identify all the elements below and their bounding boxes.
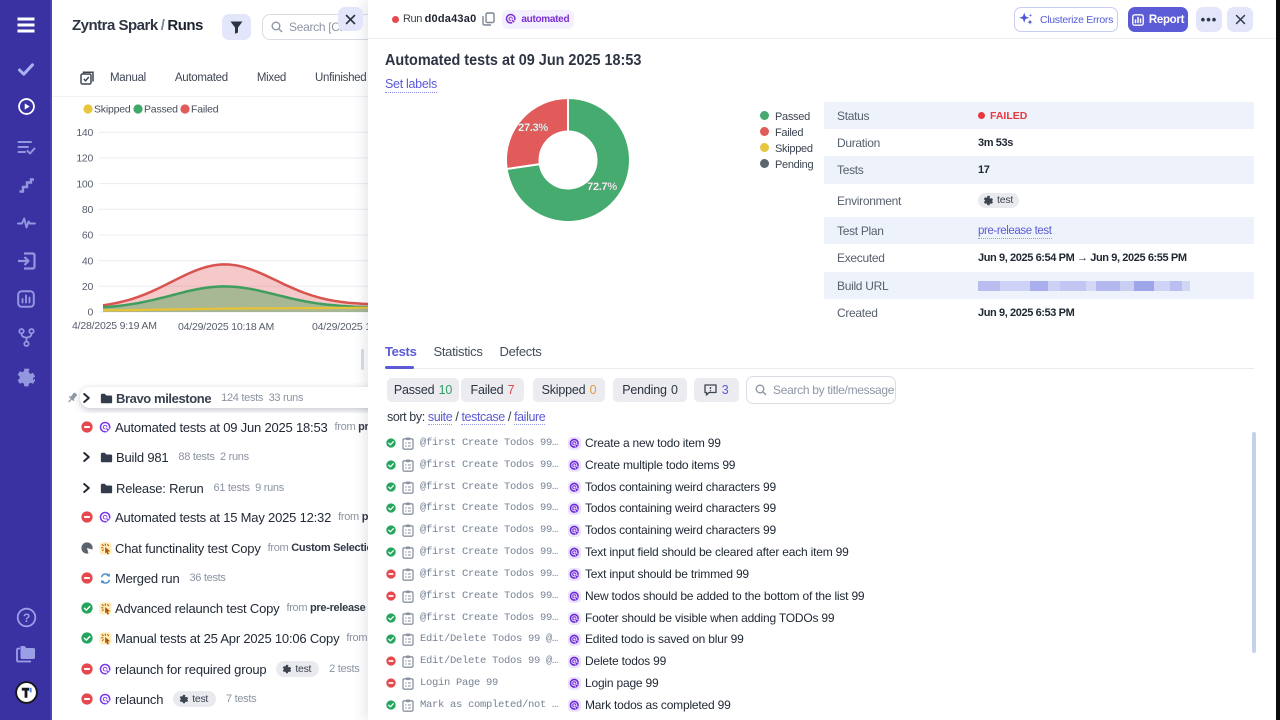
svg-text:?: ?	[22, 611, 29, 625]
svg-text:40: 40	[82, 255, 94, 267]
svg-text:Failed: Failed	[191, 104, 219, 116]
svg-text:04/29/2025 10: 04/29/2025 10	[312, 321, 368, 333]
svg-text:72.7%: 72.7%	[587, 181, 617, 193]
svg-text:80: 80	[82, 204, 94, 216]
svg-text:20: 20	[82, 281, 94, 293]
svg-text:140: 140	[76, 127, 93, 139]
svg-text:100: 100	[76, 178, 93, 190]
svg-text:4/28/2025 9:19 AM: 4/28/2025 9:19 AM	[72, 320, 157, 332]
svg-text:60: 60	[82, 230, 94, 242]
svg-text:04/29/2025 10:18 AM: 04/29/2025 10:18 AM	[178, 321, 274, 333]
svg-text:27.3%: 27.3%	[518, 122, 548, 134]
svg-text:Skipped: Skipped	[94, 104, 131, 116]
svg-text:120: 120	[76, 153, 93, 165]
svg-text:Passed: Passed	[144, 104, 178, 116]
svg-text:0: 0	[87, 307, 93, 319]
